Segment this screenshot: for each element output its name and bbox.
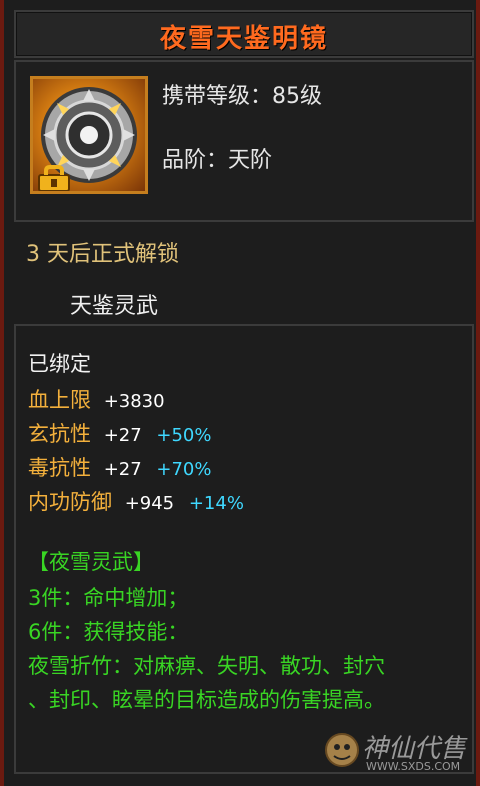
set-skill-line-1: 夜雪折竹：对麻痹、失明、散功、封穴 — [28, 654, 385, 678]
stat-bonus: +50% — [156, 425, 212, 446]
item-rank-label: 品阶：天阶 — [162, 148, 273, 173]
stat-row: 血上限 +3830 — [28, 384, 165, 414]
item-category: 天鉴灵武 — [70, 294, 159, 319]
item-info-panel: 携带等级：85级 品阶：天阶 — [14, 60, 474, 222]
stat-row: 玄抗性 +27 +50% — [28, 418, 211, 448]
stats-panel: 已绑定 血上限 +3830 玄抗性 +27 +50% 毒抗性 +27 +70% … — [14, 324, 474, 774]
sxds-logo-icon — [325, 733, 359, 767]
tooltip-frame: 夜雪天鉴明镜 携带等级：85级 品阶：天阶 3 天后正式解锁 天鉴灵武 已绑定 … — [0, 0, 480, 786]
stat-value: +3830 — [103, 391, 165, 412]
set-name: 【夜雪灵武】 — [28, 550, 154, 574]
stat-label: 毒抗性 — [28, 456, 91, 480]
bound-lock-icon — [38, 165, 70, 191]
set-skill-line-2: 、封印、眩晕的目标造成的伤害提高。 — [28, 688, 385, 712]
unlock-notice: 3 天后正式解锁 — [26, 242, 179, 267]
bound-status: 已绑定 — [28, 352, 91, 376]
stat-bonus: +70% — [156, 459, 212, 480]
watermark-url: WWW.SXDS.COM — [366, 760, 461, 773]
stat-bonus: +14% — [188, 493, 244, 514]
stat-label: 血上限 — [28, 388, 91, 412]
stat-value: +945 — [124, 493, 175, 514]
title-bar: 夜雪天鉴明镜 — [14, 10, 474, 58]
carry-level-label: 携带等级：85级 — [162, 84, 322, 109]
stat-label: 内功防御 — [28, 490, 112, 514]
stat-value: +27 — [103, 459, 142, 480]
stat-label: 玄抗性 — [28, 422, 91, 446]
stat-row: 毒抗性 +27 +70% — [28, 452, 211, 482]
stat-value: +27 — [103, 425, 142, 446]
mirror-wheel-icon[interactable] — [30, 76, 148, 194]
set-bonus-6: 6件：获得技能： — [28, 620, 189, 644]
item-title: 夜雪天鉴明镜 — [159, 24, 328, 54]
set-bonus-3: 3件：命中增加； — [28, 586, 189, 610]
stat-row: 内功防御 +945 +14% — [28, 486, 244, 516]
watermark: 神仙代售 WWW.SXDS.COM — [322, 724, 472, 780]
